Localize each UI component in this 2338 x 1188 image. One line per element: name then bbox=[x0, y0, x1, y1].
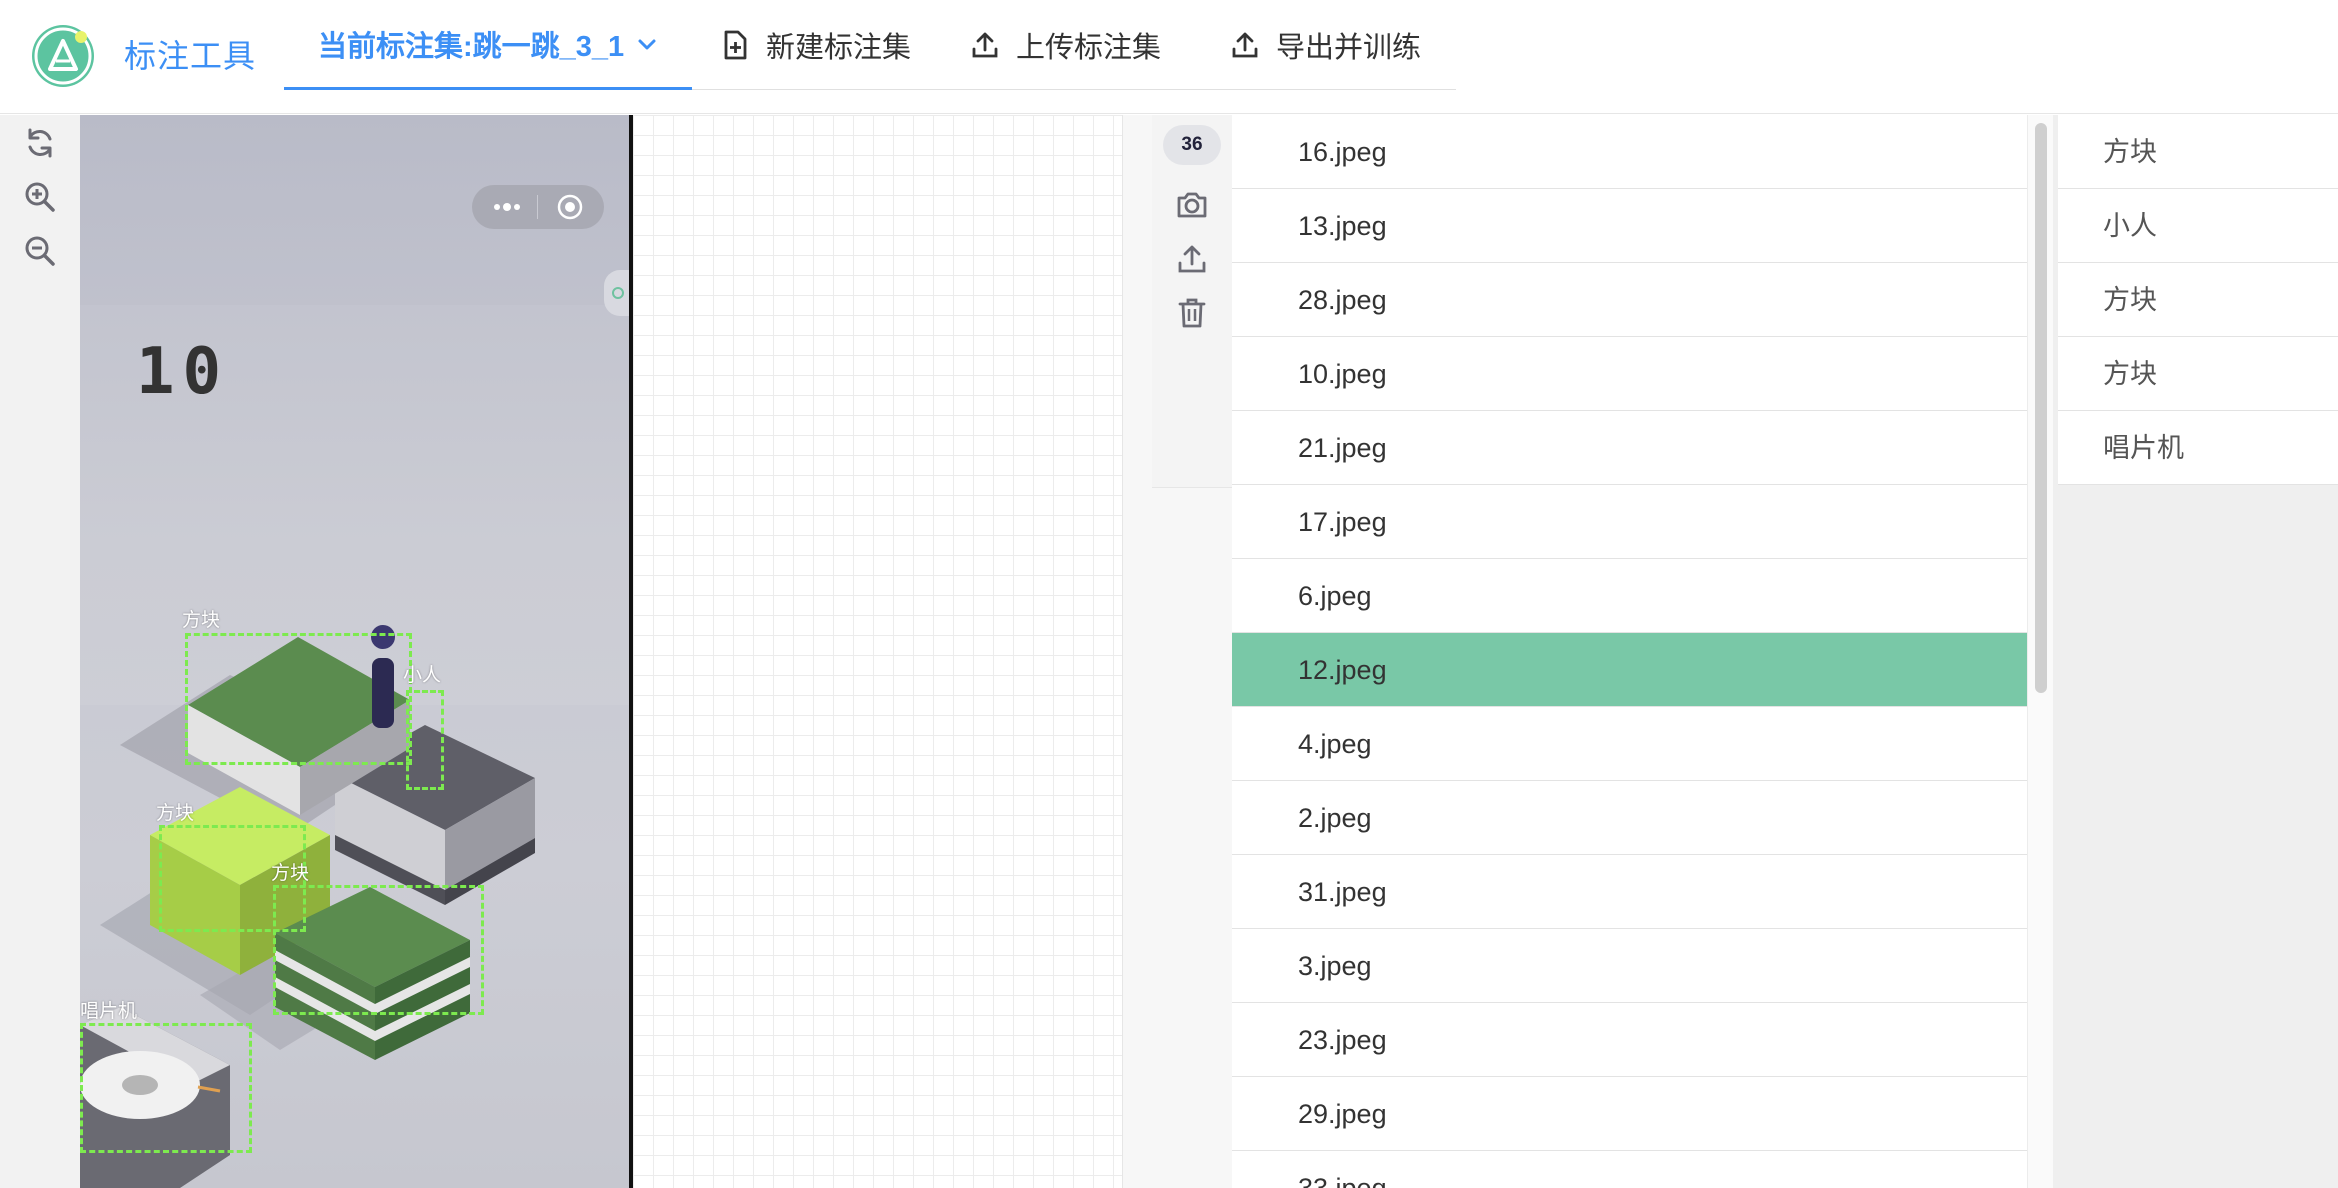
file-list-item[interactable]: 4.jpeg bbox=[1232, 707, 2027, 781]
label-list-item[interactable]: 方块 bbox=[2058, 337, 2338, 411]
zoom-in-icon[interactable] bbox=[22, 179, 58, 215]
file-list-item[interactable]: 16.jpeg bbox=[1232, 115, 2027, 189]
refresh-icon[interactable] bbox=[22, 125, 58, 161]
app-header: 标注工具 当前标注集:跳一跳_3_1 新建标注集 上传标注集 导出并训练 bbox=[0, 0, 2338, 114]
file-list-scrollbar[interactable] bbox=[2027, 115, 2053, 1188]
file-list-item[interactable]: 12.jpeg bbox=[1232, 633, 2027, 707]
chevron-down-icon bbox=[638, 39, 656, 49]
file-list-item[interactable]: 23.jpeg bbox=[1232, 1003, 2027, 1077]
upload-icon bbox=[972, 32, 998, 58]
file-list-item[interactable]: 6.jpeg bbox=[1232, 559, 2027, 633]
zoom-out-icon[interactable] bbox=[22, 233, 58, 269]
trash-icon[interactable] bbox=[1174, 295, 1210, 331]
camera-icon[interactable] bbox=[1174, 187, 1210, 223]
bbox-label: 方块 bbox=[271, 863, 310, 884]
file-list-item[interactable]: 13.jpeg bbox=[1232, 189, 2027, 263]
label-list-item[interactable]: 小人 bbox=[2058, 189, 2338, 263]
file-list-item[interactable]: 29.jpeg bbox=[1232, 1077, 2027, 1151]
current-dataset-label: 当前标注集:跳一跳_3_1 bbox=[318, 30, 625, 63]
bbox-block-3[interactable] bbox=[273, 885, 484, 1015]
label-list-item[interactable]: 唱片机 bbox=[2058, 411, 2338, 485]
bbox-label: 方块 bbox=[156, 803, 195, 824]
top-nav: 当前标注集:跳一跳_3_1 新建标注集 上传标注集 导出并训练 bbox=[284, 0, 1456, 90]
file-list-item[interactable]: 31.jpeg bbox=[1232, 855, 2027, 929]
image-count-badge: 36 bbox=[1163, 125, 1221, 165]
nav-new-dataset[interactable]: 新建标注集 bbox=[718, 0, 911, 90]
file-list: 16.jpeg 13.jpeg 28.jpeg 10.jpeg 21.jpeg 17.jp… bbox=[1232, 115, 2027, 1188]
file-list-item[interactable]: 33.jpeg bbox=[1232, 1151, 2027, 1188]
app-logo bbox=[32, 25, 94, 87]
label-list-item[interactable]: 方块 bbox=[2058, 263, 2338, 337]
nav-upload-dataset[interactable]: 上传标注集 bbox=[968, 0, 1161, 90]
nav-export-train[interactable]: 导出并训练 bbox=[1228, 0, 1421, 90]
bbox-record-player[interactable] bbox=[80, 1023, 252, 1153]
file-list-item[interactable]: 17.jpeg bbox=[1232, 485, 2027, 559]
label-list-item[interactable]: 方块 bbox=[2058, 115, 2338, 189]
bbox-label: 小人 bbox=[403, 665, 442, 686]
nav-current-dataset[interactable]: 当前标注集:跳一跳_3_1 bbox=[284, 0, 693, 90]
app-title: 标注工具 bbox=[124, 38, 257, 74]
panel-gutter bbox=[1122, 115, 1152, 1188]
bbox-block-1[interactable] bbox=[185, 633, 412, 765]
upload-dataset-label: 上传标注集 bbox=[1016, 32, 1162, 64]
scrollbar-thumb[interactable] bbox=[2035, 123, 2047, 693]
new-dataset-label: 新建标注集 bbox=[766, 32, 912, 64]
file-list-item[interactable]: 10.jpeg bbox=[1232, 337, 2027, 411]
file-plus-icon bbox=[724, 30, 747, 60]
export-icon bbox=[1232, 32, 1258, 58]
file-list-item[interactable]: 28.jpeg bbox=[1232, 263, 2027, 337]
annotation-canvas[interactable]: 10 方块 小人 方块 方块 唱片机 bbox=[80, 115, 631, 1188]
bbox-character[interactable] bbox=[406, 690, 444, 790]
bbox-label: 唱片机 bbox=[80, 1001, 138, 1022]
file-list-item[interactable]: 21.jpeg bbox=[1232, 411, 2027, 485]
export-train-label: 导出并训练 bbox=[1276, 32, 1422, 64]
file-list-item[interactable]: 3.jpeg bbox=[1232, 929, 2027, 1003]
action-column: 36 bbox=[1152, 115, 1232, 1188]
file-list-item[interactable]: 2.jpeg bbox=[1232, 781, 2027, 855]
bbox-label: 方块 bbox=[182, 610, 221, 631]
label-list: 方块 小人 方块 方块 唱片机 bbox=[2058, 115, 2338, 1188]
tool-column bbox=[0, 115, 80, 1188]
canvas-grid-area[interactable] bbox=[633, 115, 1123, 1188]
upload-icon[interactable] bbox=[1174, 241, 1210, 277]
